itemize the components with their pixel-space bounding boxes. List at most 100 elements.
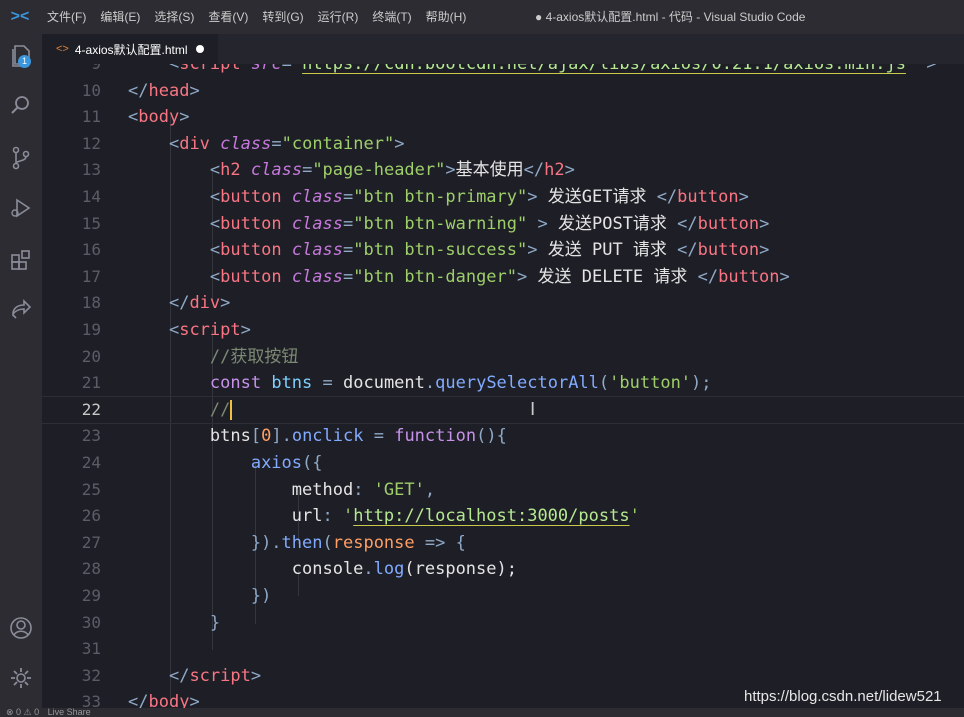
menu-item[interactable]: 文件(F) [40, 0, 93, 34]
code-line[interactable]: 11 <body> [42, 104, 964, 131]
editor-tab[interactable]: <> 4-axios默认配置.html [42, 34, 218, 64]
code-token: script [179, 320, 241, 340]
code-token: < [168, 320, 180, 340]
line-number: 18 [81, 293, 101, 313]
code-line[interactable]: 25 method: 'GET', [42, 477, 964, 504]
code-line[interactable]: 16 <button class="btn btn-success"> 发送 P… [42, 237, 964, 264]
code-line[interactable]: 20 //获取按钮 [42, 344, 964, 371]
code-token: "btn btn-danger" [353, 266, 518, 287]
code-line[interactable]: 24 axios({ [42, 450, 964, 477]
live-share-icon[interactable] [7, 296, 35, 324]
code-token: ({ [302, 453, 323, 473]
line-number: 25 [81, 479, 101, 499]
html-file-icon: <> [56, 43, 69, 55]
code-token: btns [209, 426, 251, 447]
code-line[interactable]: 27 }).then(response => { [42, 530, 964, 557]
menu-item[interactable]: 帮助(H) [419, 0, 474, 34]
code-token: button [697, 213, 760, 234]
code-token: const [209, 373, 262, 394]
code-text: console.log(response); [128, 556, 517, 583]
menu-item[interactable]: 编辑(E) [93, 0, 147, 34]
code-token: </ [697, 266, 719, 287]
code-token: button [220, 240, 282, 261]
code-line[interactable]: 32 </script> [42, 663, 964, 690]
problems-indicator[interactable]: ⊗ 0 ⚠ 0 [6, 708, 39, 717]
code-token: url [291, 506, 323, 527]
code-token: https://cdn.bootcdn.net/ajax/libs/axios/… [302, 64, 906, 74]
code-line[interactable]: 26 url: 'http://localhost:3000/posts' [42, 503, 964, 530]
code-token: 'GET' [373, 479, 425, 500]
code-text: <h2 class="page-header">基本使用</h2> [128, 157, 575, 184]
menu-item[interactable]: 查看(V) [201, 0, 255, 34]
source-control-icon[interactable] [7, 144, 35, 172]
code-token: </ [168, 665, 190, 686]
code-line[interactable]: 12 <div class="container"> [42, 131, 964, 158]
line-number: 28 [81, 559, 101, 579]
extensions-icon[interactable] [7, 246, 35, 274]
settings-gear-icon[interactable] [7, 664, 35, 692]
line-number: 26 [81, 506, 101, 526]
code-line[interactable]: 10 </head> [42, 78, 964, 105]
code-line[interactable]: 22 // [42, 395, 964, 425]
menu-item[interactable]: 终端(T) [365, 0, 418, 34]
code-token: < [209, 213, 221, 234]
code-token: </ [523, 160, 545, 181]
code-token: < [168, 133, 180, 154]
code-token: > [527, 187, 538, 207]
code-token: > [779, 266, 790, 287]
run-debug-icon[interactable] [7, 194, 35, 222]
code-line[interactable]: 9 <script src="https://cdn.bootcdn.net/a… [42, 64, 964, 78]
code-token: response [332, 532, 415, 553]
code-line[interactable]: 30 } [42, 610, 964, 637]
code-line[interactable]: 14 <button class="btn btn-primary"> 发送GE… [42, 184, 964, 211]
code-line[interactable]: 18 </div> [42, 290, 964, 317]
code-line[interactable]: 13 <h2 class="page-header">基本使用</h2> [42, 157, 964, 184]
code-text: method: 'GET', [128, 477, 435, 504]
code-line[interactable]: 31 [42, 636, 964, 663]
code-token: head [148, 80, 190, 101]
vscode-logo-icon: >< [10, 8, 30, 25]
code-line[interactable]: 23 btns[0].onclick = function(){ [42, 423, 964, 450]
menu-item[interactable]: 运行(R) [311, 0, 366, 34]
code-token: . [424, 373, 436, 394]
code-token: script [189, 665, 251, 686]
code-token: 发送 PUT 请求 [537, 240, 678, 261]
menu-item[interactable]: 选择(S) [147, 0, 201, 34]
live-share-status[interactable]: Live Share [48, 708, 91, 717]
code-token: h2 [544, 160, 565, 181]
line-number: 9 [42, 64, 101, 78]
code-token: function [394, 426, 477, 447]
code-text: </script> [128, 663, 261, 690]
code-line[interactable]: 28 console.log(response); [42, 556, 964, 583]
search-icon[interactable] [7, 92, 35, 120]
code-token: = [343, 240, 354, 261]
account-icon[interactable] [7, 614, 35, 642]
code-token: script [179, 64, 241, 74]
tab-bar: <> 4-axios默认配置.html [42, 34, 964, 64]
code-text: btns[0].onclick = function(){ [128, 423, 507, 450]
code-line[interactable]: 21 const btns = document.querySelectorAl… [42, 370, 964, 397]
code-token: > [250, 665, 262, 686]
code-token: "container" [281, 133, 395, 154]
unsaved-dot-icon[interactable] [195, 45, 204, 53]
code-line[interactable]: 19 <script> [42, 317, 964, 344]
line-number: 29 [81, 586, 101, 605]
code-editor[interactable]: 9 <script src="https://cdn.bootcdn.net/a… [42, 64, 964, 717]
code-token: </ [677, 213, 698, 234]
code-token: http://localhost:3000/posts [353, 506, 630, 527]
code-line[interactable]: 29 }) [42, 583, 964, 610]
code-token: > [517, 266, 528, 287]
code-line[interactable]: 15 <button class="btn btn-warning" > 发送P… [42, 211, 964, 238]
code-token: then [281, 532, 323, 553]
code-line[interactable]: 17 <button class="btn btn-danger"> 发送 DE… [42, 264, 964, 291]
menu-item[interactable]: 转到(G) [255, 0, 310, 34]
code-token: div [189, 293, 221, 314]
